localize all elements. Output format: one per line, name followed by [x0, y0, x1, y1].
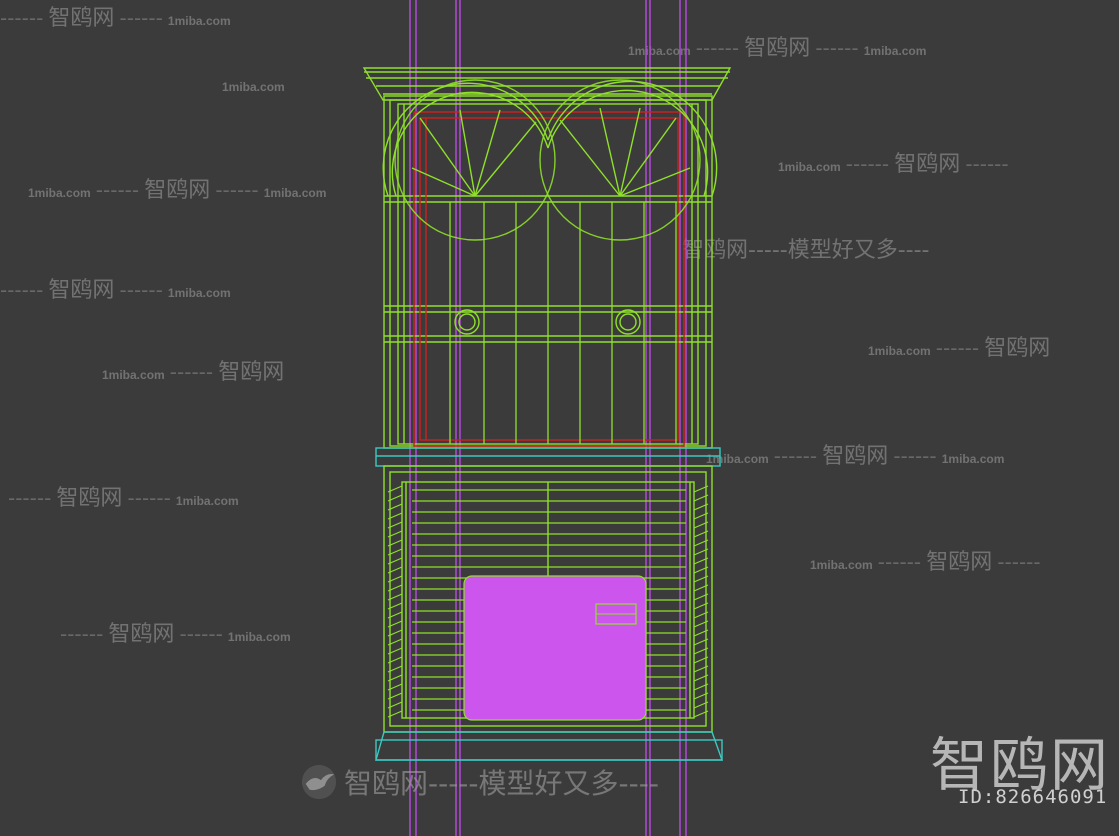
- cornice: [362, 67, 732, 101]
- knob-left: [454, 309, 480, 335]
- slogan-text: 智鸥网-----模型好又多----: [344, 767, 659, 800]
- bird-logo-icon: [301, 764, 337, 800]
- model-id: ID:826646091: [958, 786, 1108, 808]
- upper-slats: [449, 202, 677, 444]
- viewport[interactable]: ------ 智鸥网 ------ 1miba.com 1miba.com --…: [0, 0, 1119, 836]
- appliance-box: [463, 575, 647, 721]
- counter-ledge: [375, 447, 721, 467]
- cabinet-wireframe[interactable]: [0, 0, 1119, 836]
- bottom-slogan: 智鸥网-----模型好又多----: [300, 762, 659, 802]
- base-plinth: [375, 731, 723, 761]
- knob-right: [615, 309, 641, 335]
